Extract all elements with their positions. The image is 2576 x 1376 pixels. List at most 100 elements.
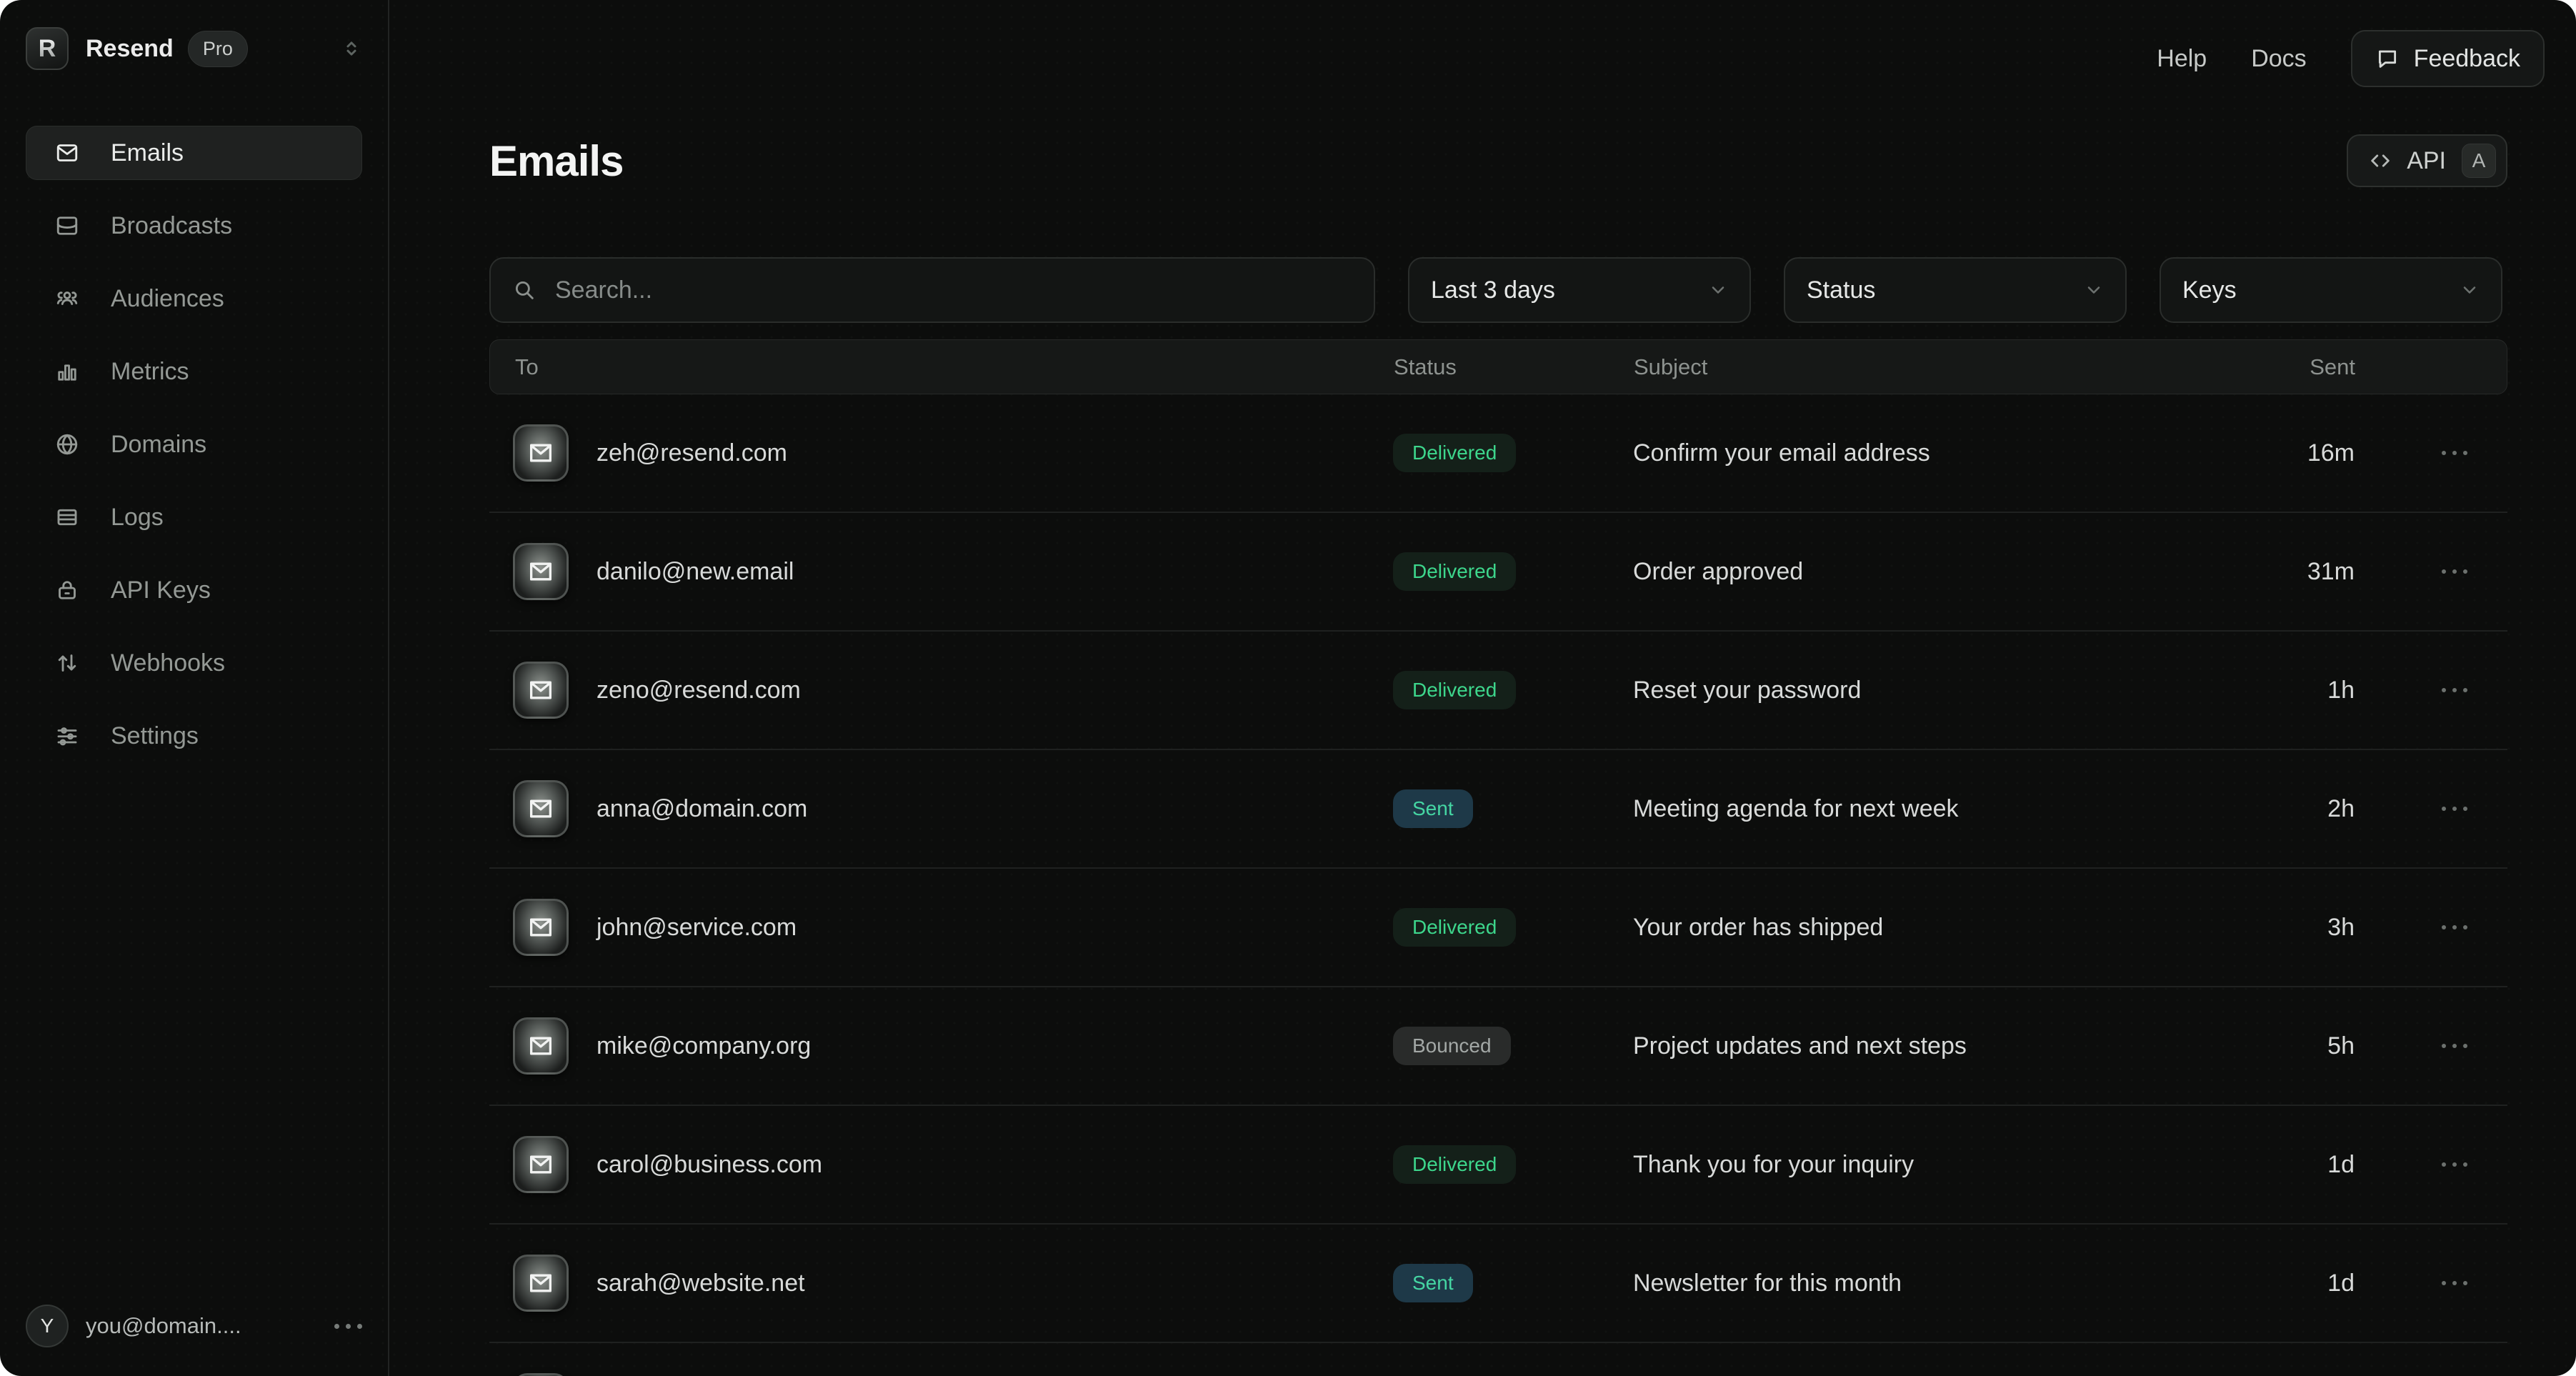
sidebar-item-domains[interactable]: Domains <box>26 417 362 472</box>
page-header: Emails API A <box>489 134 2507 187</box>
sidebar-item-metrics[interactable]: Metrics <box>26 344 362 399</box>
email-tile-icon <box>513 1136 569 1193</box>
row-menu-icon[interactable] <box>2442 451 2467 455</box>
row-menu-icon[interactable] <box>2442 1162 2467 1167</box>
date-range-dropdown[interactable]: Last 3 days <box>1408 257 1751 323</box>
row-menu-icon[interactable] <box>2442 688 2467 692</box>
table-body: zeh@resend.com Delivered Confirm your em… <box>489 394 2507 1376</box>
recipient-email: anna@domain.com <box>596 795 807 823</box>
search-input[interactable] <box>554 276 1352 305</box>
sidebar-item-label: Metrics <box>111 358 189 386</box>
api-button-label: API <box>2407 147 2446 175</box>
docs-link[interactable]: Docs <box>2251 45 2306 73</box>
table-row[interactable]: Delivered <box>489 1343 2507 1376</box>
recipient-email: carol@business.com <box>596 1151 822 1179</box>
rows-icon <box>54 504 81 530</box>
sidebar-item-emails[interactable]: Emails <box>26 126 362 180</box>
table-row[interactable]: john@service.com Delivered Your order ha… <box>489 869 2507 987</box>
api-button[interactable]: API A <box>2347 134 2507 187</box>
help-link[interactable]: Help <box>2157 45 2207 73</box>
sent-time: 1d <box>2279 1151 2355 1179</box>
row-menu-icon[interactable] <box>2442 807 2467 811</box>
sent-time: 1h <box>2279 677 2355 704</box>
row-menu-icon[interactable] <box>2442 1281 2467 1285</box>
status-badge: Sent <box>1393 1264 1473 1302</box>
email-subject: Reset your password <box>1633 677 2279 704</box>
email-tile-icon <box>513 424 569 482</box>
chevron-up-down-icon[interactable] <box>341 38 362 59</box>
globe-icon <box>54 432 81 457</box>
keys-dropdown[interactable]: Keys <box>2160 257 2502 323</box>
arrows-up-down-icon <box>54 650 81 676</box>
email-tile-icon <box>513 543 569 600</box>
sent-time: 31m <box>2279 558 2355 586</box>
status-badge: Delivered <box>1393 1145 1516 1184</box>
table-row[interactable]: anna@domain.com Sent Meeting agenda for … <box>489 750 2507 869</box>
feedback-button[interactable]: Feedback <box>2351 30 2545 87</box>
filter-row: Last 3 days Status Keys <box>489 257 2507 323</box>
workspace-name: Resend <box>86 35 174 63</box>
row-menu-icon[interactable] <box>2442 569 2467 574</box>
row-menu-icon[interactable] <box>2442 925 2467 929</box>
sidebar-item-label: Emails <box>111 139 184 167</box>
chevron-down-icon <box>2084 280 2104 300</box>
table-row[interactable]: zeno@resend.com Delivered Reset your pas… <box>489 632 2507 750</box>
status-badge: Delivered <box>1393 552 1516 591</box>
inbox-icon <box>54 213 81 239</box>
table-row[interactable]: zeh@resend.com Delivered Confirm your em… <box>489 394 2507 513</box>
table-row[interactable]: danilo@new.email Delivered Order approve… <box>489 513 2507 632</box>
sidebar-item-label: Domains <box>111 431 206 459</box>
email-subject: Newsletter for this month <box>1633 1270 2279 1297</box>
bar-chart-icon <box>54 359 81 384</box>
recipient-email: john@service.com <box>596 914 797 942</box>
sidebar-item-audiences[interactable]: Audiences <box>26 271 362 326</box>
chat-bubble-icon <box>2375 46 2400 71</box>
sidebar-item-webhooks[interactable]: Webhooks <box>26 636 362 690</box>
table-row[interactable]: mike@company.org Bounced Project updates… <box>489 987 2507 1106</box>
email-subject: Thank you for your inquiry <box>1633 1151 2279 1179</box>
sliders-icon <box>54 723 81 749</box>
column-header-sent: Sent <box>2280 354 2355 380</box>
sidebar-item-label: Logs <box>111 504 164 532</box>
sent-time: 1d <box>2279 1270 2355 1297</box>
feedback-label: Feedback <box>2414 45 2520 73</box>
email-subject: Project updates and next steps <box>1633 1032 2279 1060</box>
table-row[interactable]: carol@business.com Delivered Thank you f… <box>489 1106 2507 1225</box>
account-menu[interactable]: Y you@domain.... <box>26 1305 362 1347</box>
envelope-icon <box>54 140 81 166</box>
email-tile-icon <box>513 899 569 956</box>
email-subject: Confirm your email address <box>1633 439 2279 467</box>
recipient-email: sarah@website.net <box>596 1270 805 1297</box>
row-menu-icon[interactable] <box>2442 1044 2467 1048</box>
column-header-subject: Subject <box>1634 354 2280 380</box>
email-subject: Order approved <box>1633 558 2279 586</box>
sidebar-item-logs[interactable]: Logs <box>26 490 362 544</box>
sidebar-item-api-keys[interactable]: API Keys <box>26 563 362 617</box>
sidebar-item-broadcasts[interactable]: Broadcasts <box>26 199 362 253</box>
sent-time: 16m <box>2279 439 2355 467</box>
sidebar-item-label: Webhooks <box>111 649 225 677</box>
account-options-icon[interactable] <box>334 1324 362 1329</box>
recipient-email: zeh@resend.com <box>596 439 787 467</box>
status-dropdown[interactable]: Status <box>1784 257 2127 323</box>
sidebar: R Resend Pro Emails Broadcasts <box>0 0 389 1376</box>
sidebar-item-label: API Keys <box>111 577 211 604</box>
sidebar-item-settings[interactable]: Settings <box>26 709 362 763</box>
top-bar: Help Docs Feedback <box>389 0 2576 87</box>
plan-badge: Pro <box>188 31 248 67</box>
sidebar-item-label: Settings <box>111 722 199 750</box>
table-row[interactable]: sarah@website.net Sent Newsletter for th… <box>489 1225 2507 1343</box>
recipient-email: zeno@resend.com <box>596 677 801 704</box>
workspace-switcher[interactable]: R Resend Pro <box>26 27 362 70</box>
sent-time: 2h <box>2279 795 2355 823</box>
status-badge: Sent <box>1393 789 1473 828</box>
user-email: you@domain.... <box>86 1313 241 1339</box>
chevron-down-icon <box>1708 280 1728 300</box>
lock-icon <box>54 577 81 603</box>
main-area: Help Docs Feedback Emails API A <box>389 0 2576 1376</box>
resend-logo: R <box>26 27 69 70</box>
status-badge: Delivered <box>1393 434 1516 472</box>
email-tile-icon <box>513 1373 569 1376</box>
page-title: Emails <box>489 136 623 186</box>
email-tile-icon <box>513 1255 569 1312</box>
